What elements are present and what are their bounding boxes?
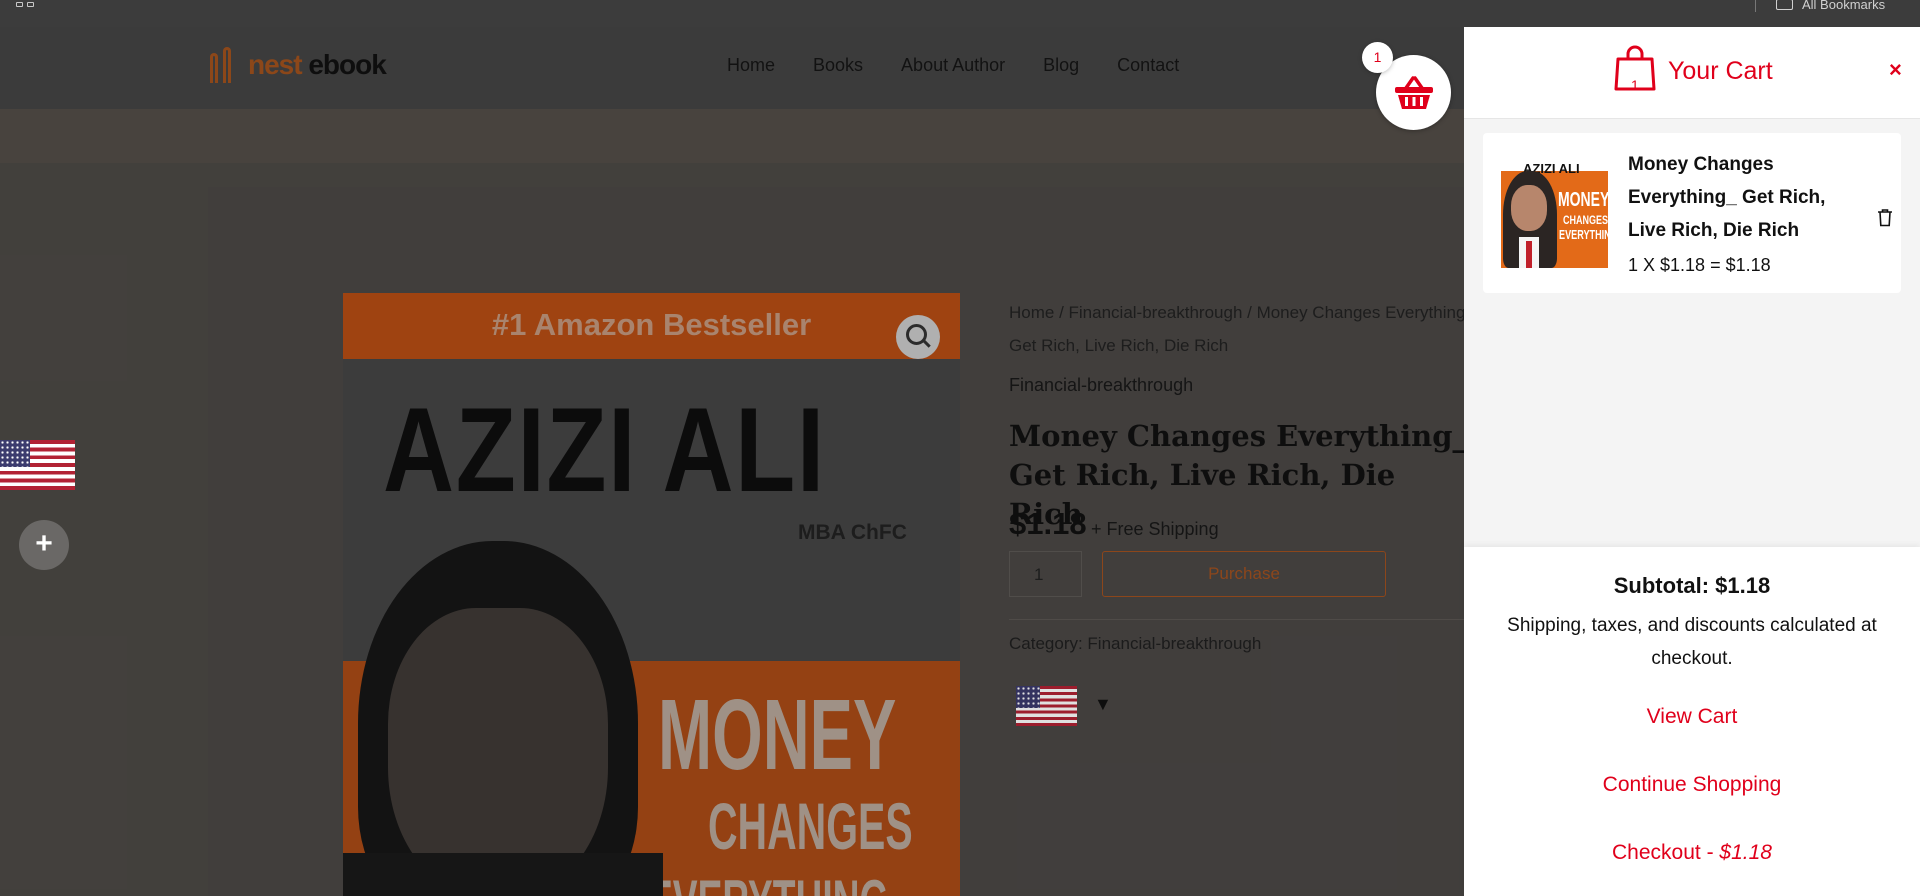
- cart-item-thumbnail[interactable]: AZIZI ALI MONEY CHANGES EVERYTHING: [1501, 161, 1608, 268]
- thumb-word-money: MONEY: [1558, 189, 1608, 211]
- bookmarks-bar: All Bookmarks: [0, 0, 1920, 27]
- apps-grid-icon[interactable]: [16, 2, 34, 12]
- cart-item-quantity-price: 1 X $1.18 = $1.18: [1628, 255, 1771, 275]
- cart-header: 1 Your Cart ×: [1464, 27, 1920, 119]
- checkout-note: Shipping, taxes, and discounts calculate…: [1507, 615, 1877, 669]
- trash-icon[interactable]: [1877, 208, 1893, 227]
- checkout-amount: $1.18: [1719, 841, 1772, 864]
- basket-icon: [1395, 76, 1433, 109]
- cart-count-badge: 1: [1362, 42, 1393, 73]
- cart-panel: 1 Your Cart × AZIZI ALI MONEY CHANGES EV…: [1464, 27, 1920, 896]
- cart-subtotal: Subtotal: $1.18: [1613, 573, 1771, 598]
- plus-button[interactable]: +: [19, 520, 69, 570]
- bookmarks-separator: [1755, 0, 1756, 12]
- all-bookmarks-label: All Bookmarks: [1802, 0, 1886, 12]
- checkout-label: Checkout: [1612, 841, 1701, 864]
- cart-item: AZIZI ALI MONEY CHANGES EVERYTHING Money…: [1483, 133, 1901, 293]
- thumb-word-changes: CHANGES: [1563, 213, 1608, 227]
- folder-icon: [1776, 0, 1793, 10]
- checkout-button[interactable]: Checkout - $1.18: [1464, 841, 1920, 865]
- cart-footer: Subtotal: $1.18 Shipping, taxes, and dis…: [1464, 547, 1920, 896]
- view-cart-link[interactable]: View Cart: [1464, 705, 1920, 729]
- close-icon[interactable]: ×: [1889, 57, 1902, 83]
- language-flag-icon[interactable]: [0, 440, 75, 490]
- cart-title: Your Cart: [1668, 57, 1773, 85]
- page-overlay[interactable]: [0, 27, 1464, 896]
- checkout-separator: -: [1700, 841, 1720, 864]
- thumb-word-everything: EVERYTHING: [1559, 227, 1608, 242]
- continue-shopping-link[interactable]: Continue Shopping: [1464, 773, 1920, 797]
- bag-count: 1: [1631, 77, 1639, 93]
- cart-item-title[interactable]: Money Changes Everything_ Get Rich, Live…: [1628, 148, 1868, 247]
- all-bookmarks-button[interactable]: All Bookmarks: [1776, 0, 1885, 12]
